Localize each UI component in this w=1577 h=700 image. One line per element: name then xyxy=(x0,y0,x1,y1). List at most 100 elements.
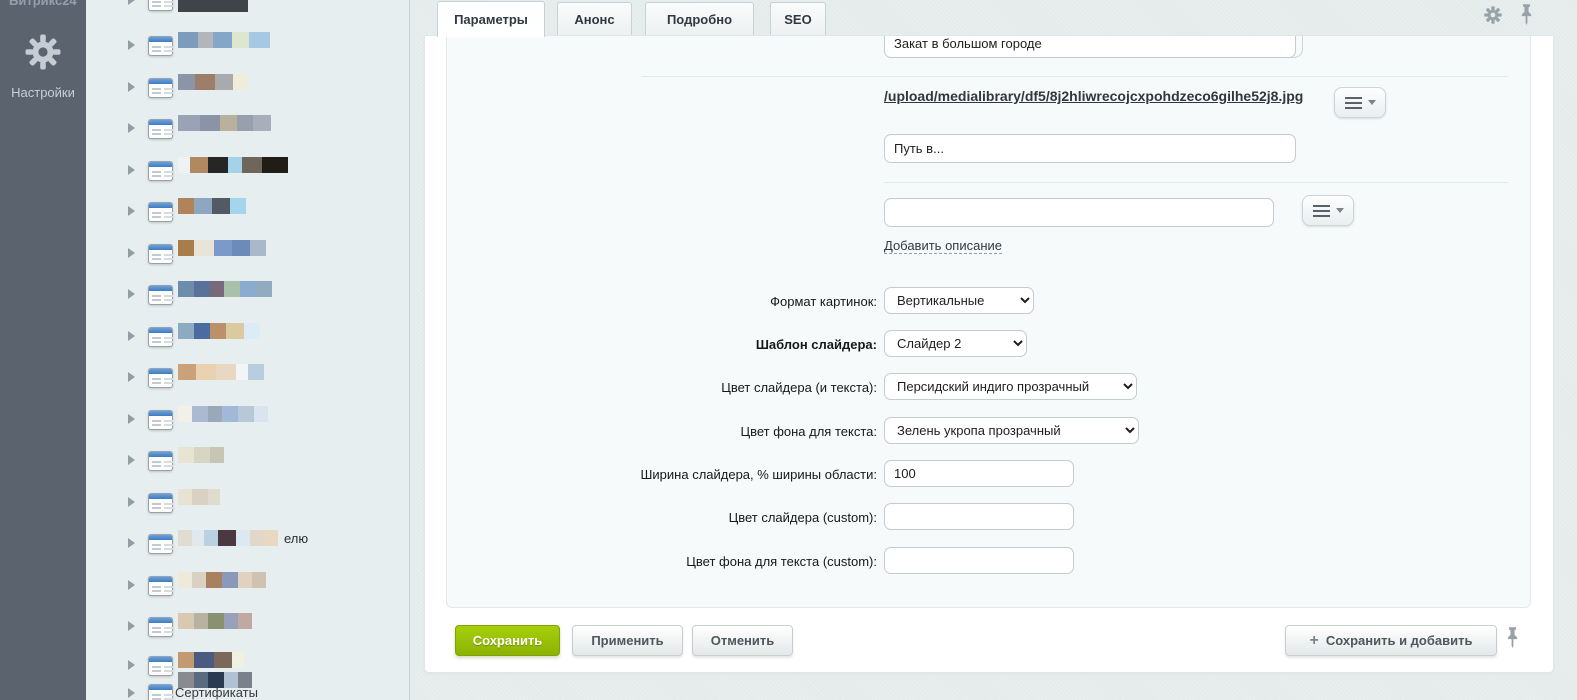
hamburger-icon xyxy=(1345,102,1362,104)
blur-block xyxy=(194,240,214,256)
settings-gear-icon[interactable] xyxy=(24,33,62,76)
caret-down-icon xyxy=(1336,208,1344,213)
blur-block xyxy=(178,613,194,629)
expand-arrow-icon[interactable] xyxy=(128,455,135,465)
text-bg-color-select[interactable]: Зелень укропа прозрачный xyxy=(884,417,1139,444)
blur-block xyxy=(208,157,228,173)
tree-item[interactable]: елю xyxy=(86,534,409,556)
slider-template-select[interactable]: Слайдер 2 xyxy=(884,330,1027,357)
blur-block xyxy=(264,530,278,546)
blur-block xyxy=(190,157,208,173)
expand-arrow-icon[interactable] xyxy=(128,580,135,590)
section-icon xyxy=(148,410,173,430)
expand-arrow-icon[interactable] xyxy=(128,82,135,92)
field-label-slider-color: Цвет слайдера (и текста): xyxy=(437,380,877,395)
blur-block xyxy=(236,364,248,380)
blurred-label xyxy=(178,74,247,90)
text-bg-color-custom-input[interactable] xyxy=(884,547,1074,574)
save-button[interactable]: Сохранить xyxy=(455,625,560,656)
expand-arrow-icon[interactable] xyxy=(128,414,135,424)
expand-arrow-icon[interactable] xyxy=(128,538,135,548)
second-file-input[interactable] xyxy=(884,198,1274,227)
caret-down-icon xyxy=(1368,100,1376,105)
image-description-input[interactable] xyxy=(884,134,1296,163)
slider-color-select[interactable]: Персидский индиго прозрачный xyxy=(884,373,1137,400)
tree-item[interactable] xyxy=(86,493,409,515)
expand-arrow-icon[interactable] xyxy=(128,331,135,341)
second-file-menu-button[interactable] xyxy=(1302,195,1354,226)
blur-block xyxy=(242,157,262,173)
blur-block xyxy=(214,240,232,256)
tree-item[interactable] xyxy=(86,244,409,266)
tree-item[interactable] xyxy=(86,327,409,349)
blur-block xyxy=(253,115,271,131)
tree-item[interactable]: Сертификаты xyxy=(86,684,409,700)
tree-item[interactable] xyxy=(86,78,409,100)
blur-block xyxy=(178,198,194,214)
blur-block xyxy=(240,281,256,297)
form-settings-gear-icon[interactable] xyxy=(1484,6,1502,29)
tree-item[interactable] xyxy=(86,36,409,58)
blur-block xyxy=(206,572,222,588)
tree-item[interactable] xyxy=(86,202,409,224)
blur-block xyxy=(250,240,266,256)
section-icon xyxy=(148,493,173,513)
blurred-label xyxy=(178,652,244,668)
pin-bottom-icon[interactable] xyxy=(1506,626,1519,654)
tree-panel: елю Сертификаты xyxy=(86,0,410,700)
save-and-add-label: Сохранить и добавить xyxy=(1326,633,1473,648)
section-icon xyxy=(148,161,173,181)
plus-icon: + xyxy=(1310,632,1319,650)
tree-item[interactable] xyxy=(86,451,409,473)
tree-item[interactable] xyxy=(86,617,409,639)
expand-arrow-icon[interactable] xyxy=(128,123,135,133)
tree-item[interactable] xyxy=(86,0,409,13)
expand-arrow-icon[interactable] xyxy=(128,206,135,216)
expand-arrow-icon[interactable] xyxy=(128,660,135,670)
expand-arrow-icon[interactable] xyxy=(128,40,135,50)
add-description-link[interactable]: Добавить описание xyxy=(884,238,1002,254)
slider-color-custom-input[interactable] xyxy=(884,503,1074,530)
blur-block xyxy=(178,115,200,131)
cancel-button[interactable]: Отменить xyxy=(692,625,793,656)
expand-arrow-icon[interactable] xyxy=(128,165,135,175)
blurred-label xyxy=(178,406,268,422)
blur-block xyxy=(249,32,270,48)
pin-top-icon[interactable] xyxy=(1520,3,1533,31)
expand-arrow-icon[interactable] xyxy=(128,289,135,299)
title-input[interactable] xyxy=(884,36,1296,58)
expand-arrow-icon[interactable] xyxy=(128,497,135,507)
save-and-add-button[interactable]: + Сохранить и добавить xyxy=(1285,625,1497,656)
settings-label[interactable]: Настройки xyxy=(0,85,86,100)
hamburger-icon xyxy=(1313,210,1330,212)
slider-width-input[interactable] xyxy=(884,460,1074,487)
blur-block xyxy=(194,652,214,668)
uploaded-file-link[interactable]: /upload/medialibrary/df5/8j2hliwrecojcxp… xyxy=(884,88,1303,104)
tab-seo[interactable]: SEO xyxy=(770,2,826,36)
tree-item[interactable] xyxy=(86,576,409,598)
file-menu-button[interactable] xyxy=(1334,87,1386,118)
tab-parametry[interactable]: Параметры xyxy=(437,1,545,37)
tree-item[interactable] xyxy=(86,119,409,141)
blurred-label xyxy=(178,0,248,12)
tree-item[interactable] xyxy=(86,161,409,183)
tree-item[interactable] xyxy=(86,285,409,307)
blurred-label xyxy=(178,198,246,214)
blur-block xyxy=(215,74,233,90)
image-format-select[interactable]: Вертикальные xyxy=(884,287,1034,314)
section-icon xyxy=(148,327,173,347)
apply-button[interactable]: Применить xyxy=(572,625,683,656)
blur-block xyxy=(194,447,210,463)
tree-item[interactable] xyxy=(86,410,409,432)
section-icon xyxy=(148,368,173,388)
expand-arrow-icon[interactable] xyxy=(128,372,135,382)
tab-podrobno[interactable]: Подробно xyxy=(645,2,754,36)
blurred-label: елю xyxy=(178,530,308,546)
expand-arrow-icon[interactable] xyxy=(128,621,135,631)
expand-arrow-icon[interactable] xyxy=(128,688,135,698)
section-icon xyxy=(148,451,173,471)
tab-anons[interactable]: Анонс xyxy=(557,2,632,36)
expand-arrow-icon[interactable] xyxy=(128,0,135,5)
expand-arrow-icon[interactable] xyxy=(128,248,135,258)
tree-item[interactable] xyxy=(86,368,409,390)
